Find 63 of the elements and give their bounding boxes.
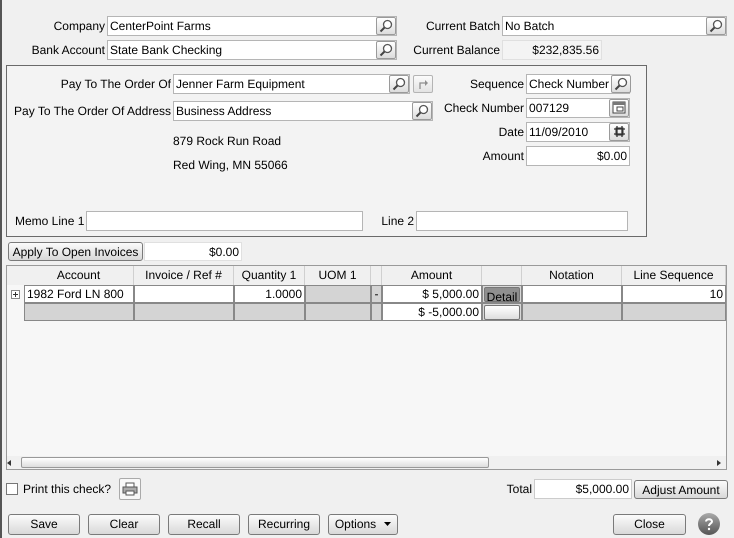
scrollbar-thumb[interactable]	[21, 457, 489, 468]
table-cell	[305, 285, 371, 303]
field-label: Amount	[482, 148, 525, 164]
address-line: 879 Rock Run Road	[173, 133, 282, 150]
field-label: Current Batch	[424, 18, 501, 34]
total-amount: $5,000.00	[534, 479, 632, 499]
action-button[interactable]: Save	[8, 514, 80, 534]
input-field[interactable]: CenterPoint Farms	[107, 16, 397, 36]
table-cell: -	[371, 285, 382, 303]
search-icon[interactable]	[389, 74, 409, 92]
table-cell	[234, 303, 305, 321]
action-button[interactable]: Recall	[168, 514, 240, 534]
table-cell	[305, 303, 371, 321]
table-cell: $ 5,000.00	[382, 285, 482, 303]
field-label: Bank Account	[30, 42, 106, 58]
field-label: Memo Line 1	[15, 212, 86, 230]
input-field[interactable]: Check Number	[526, 74, 630, 94]
field-label: Date	[498, 124, 525, 140]
adjust-amount-button[interactable]: Adjust Amount	[634, 480, 728, 498]
action-button[interactable]: Clear	[88, 514, 160, 534]
input-field[interactable]: $0.00	[526, 146, 630, 166]
field-label: Sequence	[468, 76, 525, 92]
table-cell: 1982 Ford LN 800	[24, 285, 134, 303]
close-button[interactable]: Close	[613, 514, 686, 534]
expand-icon[interactable]	[11, 290, 20, 298]
search-icon[interactable]	[412, 102, 432, 120]
print-label: Print this check?	[23, 481, 112, 498]
total-label: Total	[506, 481, 533, 498]
action-button[interactable]: Recurring	[248, 514, 320, 534]
field-label: Company	[52, 18, 106, 34]
calendar-icon[interactable]	[609, 98, 630, 116]
field-label: Pay To The Order Of Address	[13, 102, 172, 120]
input-field[interactable]	[416, 210, 628, 230]
search-icon[interactable]	[611, 74, 632, 92]
input-field[interactable]	[86, 210, 364, 230]
applied-amount: $0.00	[144, 242, 242, 261]
grid-icon[interactable]	[609, 122, 629, 140]
options-menu-button[interactable]: Options	[328, 514, 398, 534]
address-line: Red Wing, MN 55066	[173, 157, 289, 174]
print-checkbox[interactable]	[6, 483, 18, 495]
detail-button[interactable]: Detail	[484, 286, 520, 302]
input-field[interactable]: State Bank Checking	[107, 40, 397, 60]
field-label: Pay To The Order Of	[60, 76, 172, 92]
caret-icon	[384, 522, 392, 526]
search-icon[interactable]	[706, 16, 726, 34]
input-field[interactable]: 007129	[526, 98, 630, 118]
help-icon[interactable]	[698, 513, 720, 535]
field-label: Current Balance	[412, 42, 501, 58]
field-label: Line 2	[381, 212, 416, 230]
table-cell: 1.0000	[234, 285, 305, 303]
input-field[interactable]: 11/09/2010	[526, 122, 630, 142]
field-label: Check Number	[444, 100, 526, 116]
apply-invoices-button[interactable]: Apply To Open Invoices	[8, 242, 143, 261]
search-icon[interactable]	[376, 16, 396, 34]
input-field[interactable]: No Batch	[502, 16, 727, 36]
table-cell: 10	[622, 285, 726, 303]
printer-icon[interactable]	[119, 478, 142, 500]
search-icon[interactable]	[376, 40, 396, 58]
input-field[interactable]: $232,835.56	[502, 40, 602, 60]
table-cell: $ -5,000.00	[382, 303, 482, 321]
table-cell	[371, 303, 382, 321]
input-field[interactable]: Jenner Farm Equipment	[173, 74, 410, 94]
input-field[interactable]: Business Address	[173, 100, 433, 120]
